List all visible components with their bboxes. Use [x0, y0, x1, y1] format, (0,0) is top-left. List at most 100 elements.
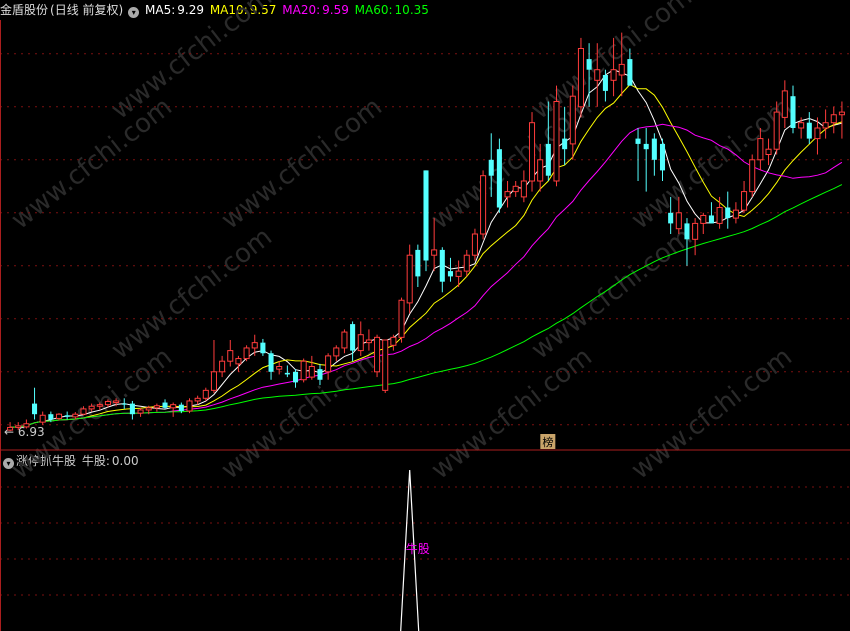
candle — [284, 365, 290, 378]
candle-body — [48, 414, 54, 420]
candle — [276, 361, 283, 375]
candle — [741, 181, 748, 213]
candle — [268, 350, 274, 380]
candle-body — [39, 414, 46, 423]
candle-body — [512, 185, 519, 193]
candle — [423, 170, 429, 272]
candle-body — [814, 127, 821, 140]
candle-body — [504, 191, 511, 198]
candle — [32, 387, 38, 420]
candle-body — [292, 371, 299, 383]
watermark-text: www.cfchi.com — [6, 342, 178, 486]
watermark-text: www.cfchi.com — [6, 92, 178, 236]
candle-body — [145, 407, 152, 411]
candle-body — [300, 360, 307, 381]
candle-body — [765, 148, 772, 155]
watermark-text: www.cfchi.com — [526, 222, 698, 366]
candle-body — [341, 331, 348, 349]
candle-body — [488, 159, 494, 176]
candle — [333, 345, 340, 362]
candle-body — [618, 63, 625, 76]
candle-body — [210, 371, 217, 391]
candle-body — [790, 96, 796, 128]
candle — [170, 402, 177, 417]
candle — [463, 249, 470, 277]
candle — [512, 181, 519, 197]
candle-body — [471, 233, 478, 256]
candle-body — [659, 143, 666, 171]
candle-body — [121, 403, 127, 405]
candle — [292, 369, 299, 388]
candle-body — [684, 223, 690, 240]
candle — [471, 228, 478, 261]
candle-body — [235, 358, 242, 365]
candle-body — [284, 372, 290, 375]
candle — [480, 170, 487, 240]
candle-body — [317, 369, 323, 380]
candle-body — [708, 215, 714, 224]
candle-body — [260, 342, 266, 354]
candle-body — [725, 207, 731, 219]
candle — [210, 340, 217, 393]
candle-body — [113, 400, 120, 404]
candle-body — [153, 405, 160, 409]
candle-body — [219, 360, 226, 373]
candle — [749, 154, 756, 197]
candle-body — [431, 249, 438, 256]
candle-body — [830, 114, 837, 124]
indicator-panel: 牛股 — [400, 469, 430, 631]
candle — [137, 407, 144, 417]
candle-body — [104, 400, 111, 406]
candle-body — [32, 403, 38, 415]
candle — [528, 112, 536, 192]
candle — [219, 355, 226, 378]
candle-body — [374, 336, 381, 373]
candle — [162, 399, 168, 409]
watermark-layer: www.cfchi.com www.cfchi.com www.cfchi.com w… — [6, 0, 798, 486]
rank-badge-text: 榜 — [542, 435, 553, 449]
candle-body — [651, 138, 657, 160]
candle-body — [243, 347, 250, 360]
candle-body — [480, 175, 487, 235]
candle-body — [365, 339, 372, 344]
candle — [790, 85, 796, 134]
candle-body — [537, 159, 544, 182]
candle-body — [194, 397, 201, 402]
candle-body — [390, 336, 397, 346]
candle-body — [798, 122, 805, 129]
candle-body — [72, 413, 79, 418]
candle-body — [80, 408, 87, 415]
candle-body — [88, 405, 95, 410]
candle-body — [692, 222, 699, 240]
candle-body — [463, 254, 470, 272]
candle-body — [202, 389, 209, 399]
candle-body — [350, 324, 356, 351]
candle-body — [333, 347, 340, 357]
candle — [243, 345, 250, 362]
candle-body — [675, 212, 682, 230]
candle-body — [822, 122, 829, 129]
candle — [520, 170, 527, 203]
candle-body — [178, 404, 184, 412]
candle-body — [455, 270, 462, 277]
kline-chart[interactable]: www.cfchi.com www.cfchi.com www.cfchi.com w… — [0, 0, 850, 631]
candle-body — [520, 180, 527, 198]
candle — [357, 321, 364, 356]
candle — [227, 340, 234, 367]
candle — [186, 398, 193, 414]
candle-body — [325, 355, 332, 373]
candle-body — [716, 207, 723, 224]
min-price-label: ← 6.93 — [4, 425, 45, 439]
candle-body — [162, 402, 168, 408]
candle — [308, 355, 315, 380]
candle-body — [749, 159, 756, 193]
candle — [692, 218, 699, 256]
candle — [577, 37, 584, 118]
candle-body — [773, 111, 780, 150]
candle-body — [668, 212, 674, 224]
candle-body — [602, 75, 608, 91]
candle — [732, 202, 739, 224]
candle-body — [137, 409, 144, 414]
candle-body — [96, 404, 103, 407]
candle — [260, 338, 266, 356]
